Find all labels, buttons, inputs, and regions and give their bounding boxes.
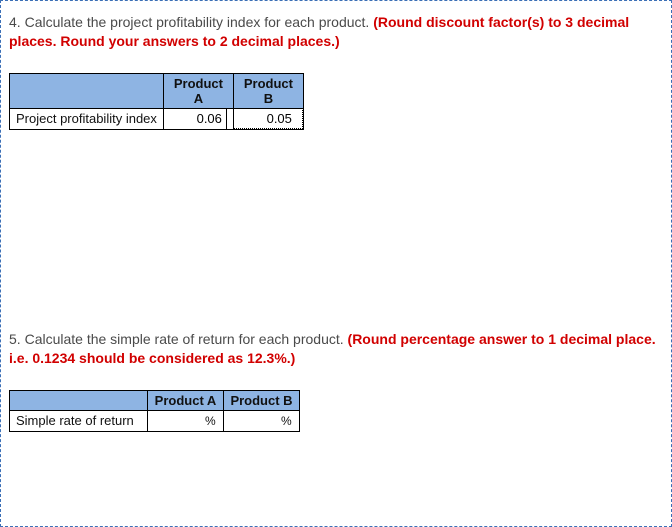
q5-row-label: Simple rate of return (10, 410, 148, 431)
q4-corner-header (10, 73, 164, 108)
q4-row-label: Project profitability index (10, 108, 164, 129)
q5-prompt: Calculate the simple rate of return for … (25, 331, 344, 347)
percent-sign-a: % (204, 414, 216, 428)
q4-number: 4. (9, 14, 21, 30)
q4-product-a-input[interactable] (164, 109, 227, 129)
percent-sign-b: % (280, 414, 292, 428)
q5-col-a-header: Product A (148, 390, 224, 410)
q4-product-b-cell[interactable] (233, 108, 303, 129)
q5-col-b-header: Product B (224, 390, 300, 410)
spacer (9, 156, 663, 326)
q5-product-b-input[interactable] (224, 411, 280, 431)
page-container: 4. Calculate the project profitability i… (0, 0, 672, 527)
q4-product-a-cell[interactable] (163, 108, 233, 129)
q5-table: Product A Product B Simple rate of retur… (9, 390, 300, 432)
q5-corner-header (10, 390, 148, 410)
q4-col-b-header: Product B (233, 73, 303, 108)
q5-product-a-cell[interactable]: % (148, 410, 224, 431)
q4-product-b-input[interactable] (234, 109, 296, 129)
question-4-block: 4. Calculate the project profitability i… (9, 13, 663, 130)
q5-number: 5. (9, 331, 21, 347)
q5-product-a-input[interactable] (148, 411, 204, 431)
question-5-block: 5. Calculate the simple rate of return f… (9, 330, 663, 432)
question-5-text: 5. Calculate the simple rate of return f… (9, 330, 663, 368)
question-4-text: 4. Calculate the project profitability i… (9, 13, 663, 51)
q4-col-a-header: Product A (163, 73, 233, 108)
q4-prompt: Calculate the project profitability inde… (25, 14, 370, 30)
q4-table: Product A Product B Project profitabilit… (9, 73, 304, 130)
q5-product-b-cell[interactable]: % (224, 410, 300, 431)
